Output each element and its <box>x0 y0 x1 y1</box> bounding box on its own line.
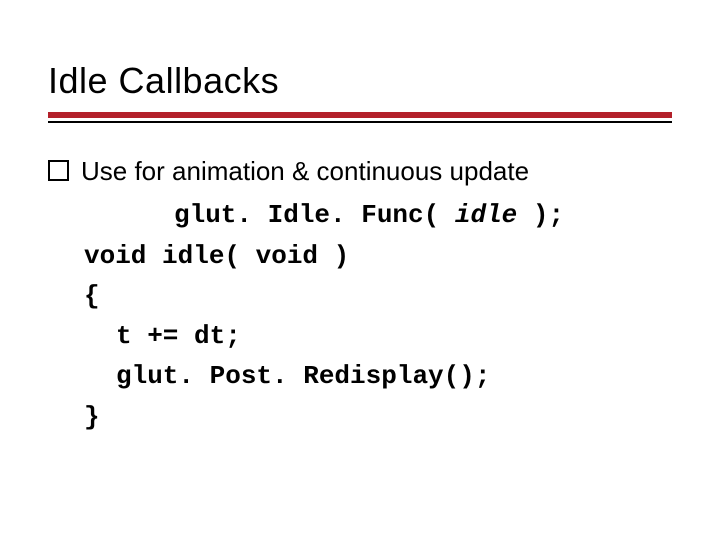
title-underline <box>48 112 672 123</box>
square-bullet-icon <box>48 160 69 181</box>
code-line-open-brace: { <box>84 276 672 316</box>
bullet-item: Use for animation & continuous update <box>48 151 672 191</box>
code-line-close-brace: } <box>84 397 672 437</box>
rule-thin <box>48 121 672 123</box>
code-line-redisplay: glut. Post. Redisplay(); <box>84 356 672 396</box>
code-line-increment: t += dt; <box>84 316 672 356</box>
rule-red <box>48 112 672 118</box>
slide-body: Use for animation & continuous update gl… <box>48 151 672 437</box>
slide-title: Idle Callbacks <box>48 60 672 102</box>
code-param-idle: idle <box>455 200 517 230</box>
code-line-call: glut. Idle. Func( idle ); <box>84 195 672 235</box>
code-line-signature: void idle( void ) <box>84 236 672 276</box>
code-block: glut. Idle. Func( idle ); void idle( voi… <box>84 195 672 437</box>
bullet-text: Use for animation & continuous update <box>81 151 672 191</box>
slide: Idle Callbacks Use for animation & conti… <box>0 0 720 540</box>
